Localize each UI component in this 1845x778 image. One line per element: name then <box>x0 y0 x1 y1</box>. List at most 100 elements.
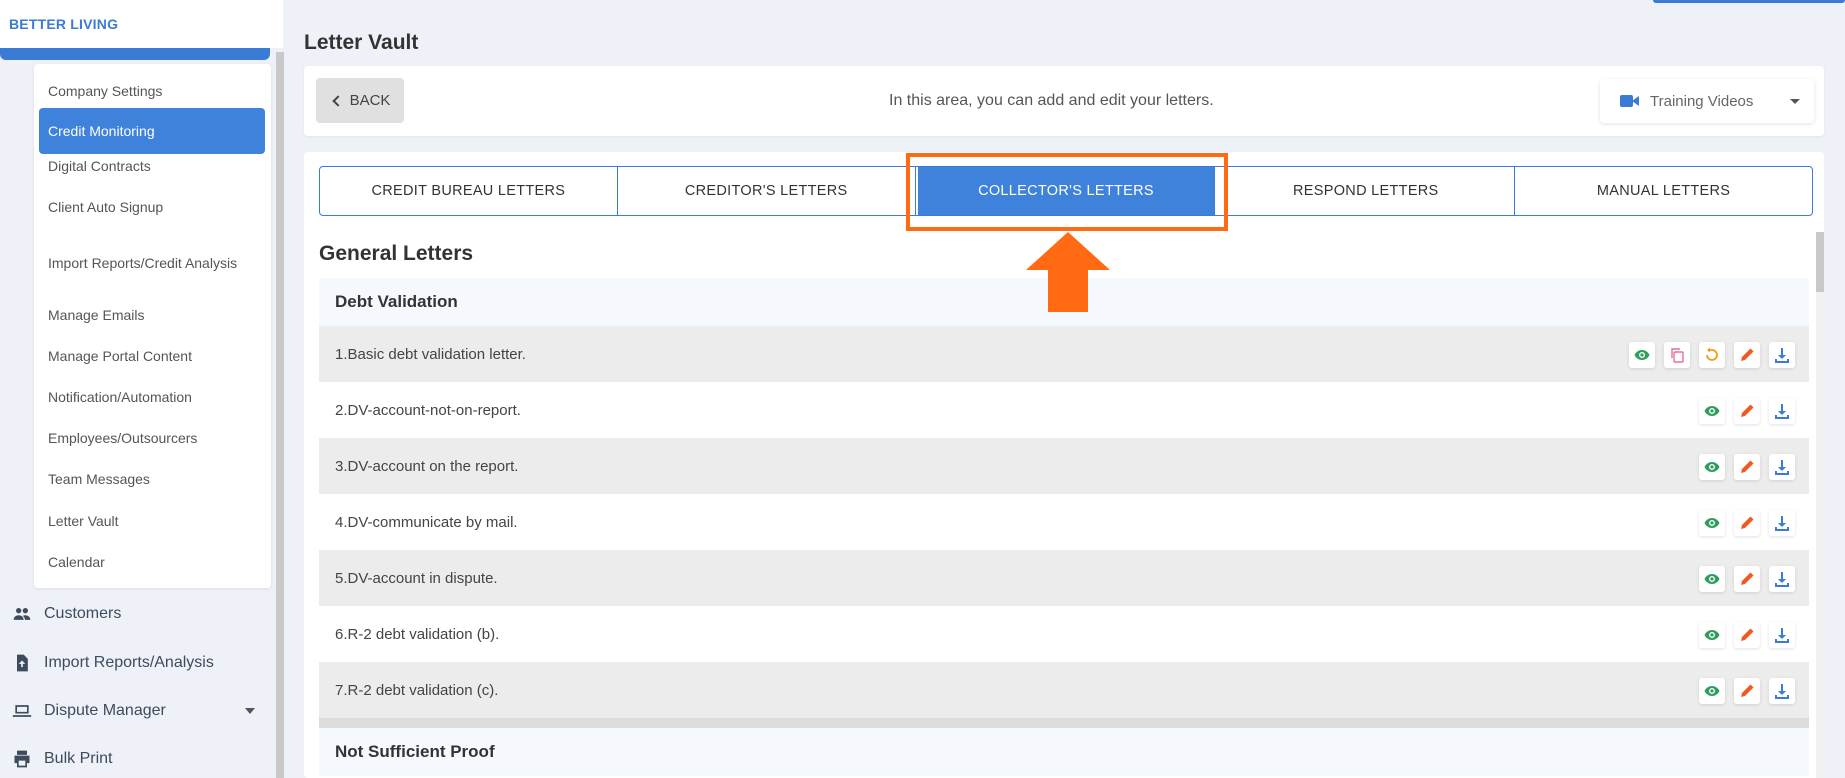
reset-button[interactable] <box>1699 342 1725 368</box>
letter-actions <box>1699 566 1795 592</box>
letters-list: Debt Validation 1.Basic debt validation l… <box>319 278 1809 778</box>
tab-creditor-s-letters[interactable]: CREDITOR'S LETTERS <box>618 167 916 215</box>
download-button[interactable] <box>1769 510 1795 536</box>
view-button[interactable] <box>1699 454 1725 480</box>
copy-icon <box>1671 348 1684 363</box>
sidebar-item-notification-automation[interactable]: Notification/Automation <box>39 384 265 410</box>
edit-button[interactable] <box>1734 622 1760 648</box>
training-videos-dropdown[interactable]: Training Videos <box>1600 79 1814 123</box>
letter-row: 5.DV-account in dispute. <box>319 550 1809 606</box>
header-message: In this area, you can add and edit your … <box>889 92 1214 109</box>
edit-button[interactable] <box>1734 342 1760 368</box>
letter-row: 7.R-2 debt validation (c). <box>319 662 1809 718</box>
sidebar-item-bulk-print[interactable]: Bulk Print <box>12 744 112 774</box>
sidebar-scrollbar[interactable] <box>276 52 284 778</box>
edit-button[interactable] <box>1734 566 1760 592</box>
sidebar-item-company-settings[interactable]: Company Settings <box>39 78 265 104</box>
sidebar-item-digital-contracts[interactable]: Digital Contracts <box>39 153 265 179</box>
view-button[interactable] <box>1699 510 1725 536</box>
page-title: Letter Vault <box>304 31 419 54</box>
letter-name: 7.R-2 debt validation (c). <box>335 681 499 699</box>
download-button[interactable] <box>1769 398 1795 424</box>
sidebar-item-calendar[interactable]: Calendar <box>39 549 265 575</box>
letter-row: 1.Basic debt validation letter. <box>319 326 1809 382</box>
sidebar-item-team-messages[interactable]: Team Messages <box>39 466 265 492</box>
content-scrollbar[interactable] <box>1816 232 1824 778</box>
download-icon <box>1775 404 1789 419</box>
pencil-icon <box>1741 404 1754 417</box>
sidebar-item-letter-vault[interactable]: Letter Vault <box>39 508 265 534</box>
chevron-down-icon[interactable] <box>245 708 255 714</box>
sidebar-item-label: Manage Portal Content <box>48 348 192 364</box>
edit-button[interactable] <box>1734 510 1760 536</box>
sidebar-item-manage-emails[interactable]: Manage Emails <box>39 302 265 328</box>
letter-actions <box>1699 454 1795 480</box>
top-action-button-edge[interactable] <box>1653 0 1845 3</box>
edit-button[interactable] <box>1734 454 1760 480</box>
letter-row: 6.R-2 debt validation (b). <box>319 606 1809 662</box>
printer-icon <box>14 750 30 768</box>
view-button[interactable] <box>1699 678 1725 704</box>
sidebar-item-employees-outsourcers[interactable]: Employees/Outsourcers <box>39 425 265 451</box>
group-divider <box>319 718 1809 728</box>
sidebar-item-label: Credit Monitoring <box>48 123 155 139</box>
sidebar-item-import-reports-credit-analysis[interactable]: Import Reports/Credit Analysis <box>39 242 265 284</box>
tab-manual-letters[interactable]: MANUAL LETTERS <box>1515 167 1812 215</box>
sidebar-item-label: Import Reports/Credit Analysis <box>48 255 238 271</box>
back-button[interactable]: BACK <box>316 78 404 123</box>
caret-down-icon <box>1790 99 1800 104</box>
chevron-left-icon <box>331 94 344 107</box>
view-button[interactable] <box>1699 398 1725 424</box>
tab-credit-bureau-letters[interactable]: CREDIT BUREAU LETTERS <box>320 167 618 215</box>
download-icon <box>1775 684 1789 699</box>
tab-collector-s-letters[interactable]: COLLECTOR'S LETTERS <box>917 167 1216 215</box>
download-button[interactable] <box>1769 342 1795 368</box>
video-camera-icon <box>1620 94 1640 108</box>
edit-button[interactable] <box>1734 678 1760 704</box>
brand-logo-text: BETTER LIVING <box>9 16 119 32</box>
sidebar-item-manage-portal-content[interactable]: Manage Portal Content <box>39 343 265 369</box>
pencil-icon <box>1741 460 1754 473</box>
download-button[interactable] <box>1769 454 1795 480</box>
download-button[interactable] <box>1769 622 1795 648</box>
file-upload-icon <box>17 654 28 672</box>
sidebar-item-dispute-manager[interactable]: Dispute Manager <box>12 696 166 726</box>
sidebar-item-label: Letter Vault <box>48 513 119 529</box>
letter-row: 3.DV-account on the report. <box>319 438 1809 494</box>
sidebar-item-import-reports-analysis[interactable]: Import Reports/Analysis <box>12 648 214 678</box>
letter-name: 5.DV-account in dispute. <box>335 569 498 587</box>
sidebar-item-customers[interactable]: Customers <box>12 599 121 629</box>
download-icon <box>1775 628 1789 643</box>
sidebar-item-client-auto-signup[interactable]: Client Auto Signup <box>39 194 265 220</box>
view-button[interactable] <box>1629 342 1655 368</box>
sidebar-item-label: Import Reports/Analysis <box>44 654 214 671</box>
eye-icon <box>1704 462 1720 472</box>
sidebar: BETTER LIVING Company Settings Credit Mon… <box>0 0 284 778</box>
sidebar-item-label: Dispute Manager <box>44 702 166 719</box>
sidebar-item-label: Bulk Print <box>44 750 113 767</box>
sidebar-item-label: Digital Contracts <box>48 158 151 174</box>
letter-name: 2.DV-account-not-on-report. <box>335 401 521 419</box>
eye-icon <box>1704 518 1720 528</box>
undo-icon <box>1706 347 1718 361</box>
letter-row: 2.DV-account-not-on-report. <box>319 382 1809 438</box>
view-button[interactable] <box>1699 622 1725 648</box>
content-scrollbar-thumb[interactable] <box>1816 232 1824 292</box>
download-button[interactable] <box>1769 566 1795 592</box>
letter-category-tabs: CREDIT BUREAU LETTERS CREDITOR'S LETTERS C… <box>319 166 1813 216</box>
edit-button[interactable] <box>1734 398 1760 424</box>
download-icon <box>1775 516 1789 531</box>
copy-button[interactable] <box>1664 342 1690 368</box>
sidebar-item-label: Manage Emails <box>48 307 145 323</box>
back-button-label: BACK <box>349 92 391 109</box>
laptop-icon <box>12 705 32 717</box>
download-icon <box>1775 460 1789 475</box>
header-card: BACK In this area, you can add and edit … <box>304 66 1824 136</box>
sidebar-item-credit-monitoring[interactable]: Credit Monitoring <box>39 108 265 154</box>
sidebar-item-label: Team Messages <box>48 471 150 487</box>
sidebar-item-label: Employees/Outsourcers <box>48 430 198 446</box>
download-icon <box>1775 572 1789 587</box>
tab-respond-letters[interactable]: RESPOND LETTERS <box>1217 167 1516 215</box>
download-button[interactable] <box>1769 678 1795 704</box>
view-button[interactable] <box>1699 566 1725 592</box>
